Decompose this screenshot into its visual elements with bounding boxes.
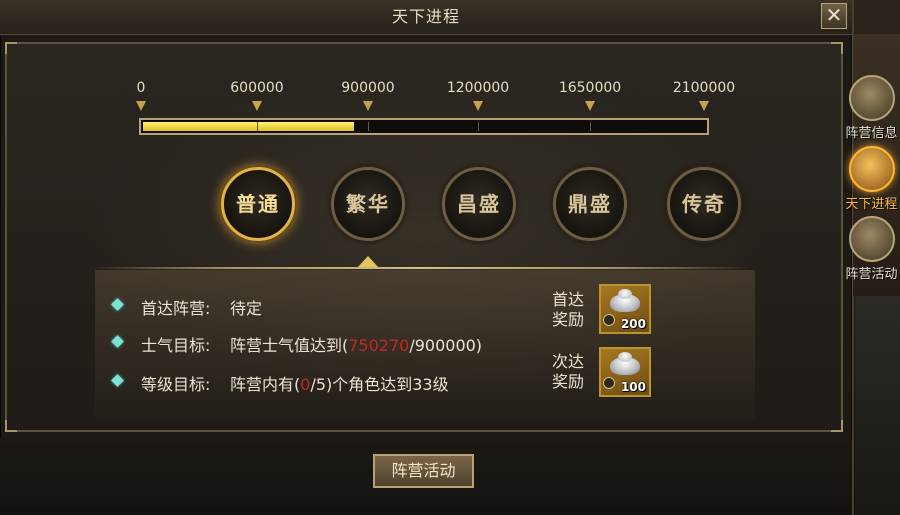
- progress-tick-label: 1650000: [558, 80, 622, 96]
- tier-medallion-changsheng[interactable]: 昌盛: [442, 167, 516, 241]
- second-reward-label: 次达奖励: [551, 352, 584, 391]
- progress-bar-divider: [590, 122, 591, 131]
- progress-bar-divider: [368, 122, 369, 131]
- objective-value: 阵营内有(0/5)个角色达到33级: [230, 371, 449, 395]
- objective-current-value: 750270: [348, 336, 410, 355]
- tier-medallion-putong[interactable]: 普通: [221, 167, 295, 241]
- side-tab-camp-info[interactable]: 阵营信息: [843, 75, 900, 145]
- section-divider: [90, 267, 750, 269]
- tier-medallion-chuanqi[interactable]: 传奇: [667, 167, 741, 241]
- reward-quantity: 100: [620, 380, 646, 394]
- coin-badge-icon: [603, 314, 615, 326]
- objective-value: 待定: [230, 299, 263, 318]
- first-reward-item[interactable]: 200: [599, 284, 651, 334]
- tier-medallion-fanhua[interactable]: 繁华: [331, 167, 405, 241]
- objective-value-prefix: 阵营内有(: [230, 375, 301, 394]
- silver-ingot-icon-top: [618, 289, 632, 299]
- panel-corner: [831, 420, 843, 432]
- side-tab-label: 阵营活动: [845, 267, 898, 282]
- objective-label: 首达阵营:: [141, 299, 211, 318]
- side-tab-label: 天下进程: [845, 197, 898, 212]
- camp-activity-button[interactable]: 阵营活动: [373, 454, 474, 488]
- objective-current-value: 0: [300, 375, 311, 394]
- objective-label: 等级目标:: [141, 375, 211, 394]
- objective-value-prefix: 阵营士气值达到(: [230, 336, 349, 355]
- panel-corner: [5, 420, 17, 432]
- window-title: 天下进程: [391, 7, 460, 26]
- progress-bar: [139, 118, 709, 135]
- progress-window: 天下进程 ✕ 0 600000 900000 1200000 1650000 2…: [0, 0, 854, 515]
- coin-badge-icon: [603, 377, 615, 389]
- ship-icon: [849, 216, 895, 262]
- close-button[interactable]: ✕: [821, 3, 847, 29]
- side-tab-camp-activity[interactable]: 阵营活动: [843, 216, 900, 286]
- objective-value-suffix: /900000): [409, 336, 483, 355]
- progress-tick-label: 600000: [230, 80, 284, 96]
- progress-bar-fill: [143, 122, 354, 131]
- title-bar: 天下进程 ✕: [0, 0, 852, 35]
- progress-tick-label: 900000: [341, 80, 395, 96]
- side-tab-label: 阵营信息: [845, 126, 898, 141]
- progress-bar-divider: [478, 122, 479, 131]
- background-strip: [855, 296, 900, 515]
- second-reward-item[interactable]: 100: [599, 347, 651, 397]
- reward-quantity: 200: [620, 317, 646, 331]
- fan-icon: [849, 75, 895, 121]
- panel-corner: [831, 42, 843, 54]
- progress-bar-divider: [257, 122, 258, 131]
- panel-corner: [5, 42, 17, 54]
- side-tab-world-progress[interactable]: 天下进程: [843, 146, 900, 216]
- objective-value-suffix: /5)个角色达到33级: [310, 375, 449, 394]
- tier-medallion-dingsheng[interactable]: 鼎盛: [553, 167, 627, 241]
- objective-label: 士气目标:: [141, 336, 211, 355]
- progress-tick-label: 2100000: [672, 80, 736, 96]
- progress-tick-label: 0: [136, 80, 146, 96]
- silver-ingot-icon-top: [618, 352, 632, 362]
- scroll-icon: [849, 146, 895, 192]
- first-reward-label: 首达奖励: [551, 290, 584, 329]
- progress-tick-label: 1200000: [446, 80, 510, 96]
- objective-value: 阵营士气值达到(750270/900000): [230, 332, 482, 356]
